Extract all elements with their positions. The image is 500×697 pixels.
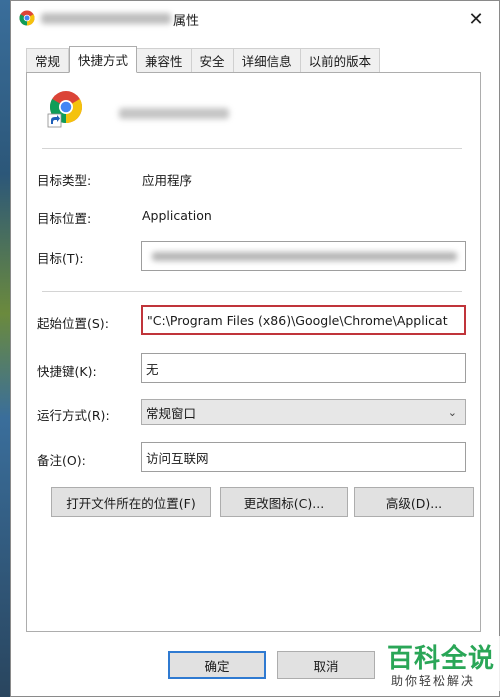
close-button[interactable]: ✕ xyxy=(453,1,499,37)
properties-dialog: 属性 ✕ 常规 快捷方式 兼容性 安全 详细信息 以前的版本 目标类型: 应用程… xyxy=(10,0,500,697)
target-type-value: 应用程序 xyxy=(142,173,193,188)
hotkey-value: 无 xyxy=(146,361,159,377)
tab-compatibility[interactable]: 兼容性 xyxy=(137,48,192,72)
divider xyxy=(42,291,462,292)
target-path-redacted xyxy=(152,252,457,261)
watermark-title: 百科全说 xyxy=(387,644,496,674)
window-title: 属性 xyxy=(173,14,200,29)
chrome-icon xyxy=(47,91,83,128)
shortcut-tab-panel: 目标类型: 应用程序 目标位置: Application 目标(T): 起始位置… xyxy=(26,72,481,632)
desktop-background xyxy=(0,0,10,697)
run-select[interactable]: 常规窗口 ⌄ xyxy=(141,399,466,425)
close-icon: ✕ xyxy=(468,8,484,30)
open-file-location-button[interactable]: 打开文件所在的位置(F) xyxy=(51,487,211,517)
shortcut-name-redacted xyxy=(119,108,229,119)
watermark-subtitle: 助你轻松解决 xyxy=(391,674,476,688)
hotkey-input[interactable]: 无 xyxy=(141,353,466,383)
target-location-value: Application xyxy=(142,208,212,223)
chrome-icon xyxy=(19,10,35,26)
title-bar: 属性 ✕ xyxy=(11,1,499,37)
hotkey-label: 快捷键(K): xyxy=(37,364,97,379)
tab-security[interactable]: 安全 xyxy=(191,48,234,72)
comment-label: 备注(O): xyxy=(37,453,86,468)
run-selected-value: 常规窗口 xyxy=(146,405,197,421)
chevron-down-icon: ⌄ xyxy=(447,406,457,419)
start-in-label: 起始位置(S): xyxy=(37,316,109,331)
start-in-input[interactable]: "C:\Program Files (x86)\Google\Chrome\Ap… xyxy=(141,305,466,335)
change-icon-button[interactable]: 更改图标(C)... xyxy=(220,487,348,517)
tab-previous-versions[interactable]: 以前的版本 xyxy=(300,48,381,72)
tab-details[interactable]: 详细信息 xyxy=(233,48,301,72)
target-input[interactable] xyxy=(141,241,466,271)
tab-general[interactable]: 常规 xyxy=(26,48,70,72)
tab-shortcut[interactable]: 快捷方式 xyxy=(69,46,138,73)
target-type-label: 目标类型: xyxy=(37,173,92,188)
run-label: 运行方式(R): xyxy=(37,408,110,423)
window-title-redacted xyxy=(41,13,171,24)
comment-input[interactable]: 访问互联网 xyxy=(141,442,466,472)
cancel-button[interactable]: 取消 xyxy=(277,651,375,679)
comment-value: 访问互联网 xyxy=(146,450,209,466)
shortcut-arrow-icon xyxy=(47,113,62,128)
tab-strip: 常规 快捷方式 兼容性 安全 详细信息 以前的版本 xyxy=(26,46,381,73)
ok-button[interactable]: 确定 xyxy=(168,651,266,679)
watermark: 百科全说 助你轻松解决 xyxy=(379,636,500,691)
target-location-label: 目标位置: xyxy=(37,211,92,226)
advanced-button[interactable]: 高级(D)... xyxy=(354,487,474,517)
divider xyxy=(42,148,462,149)
target-label: 目标(T): xyxy=(37,251,84,266)
